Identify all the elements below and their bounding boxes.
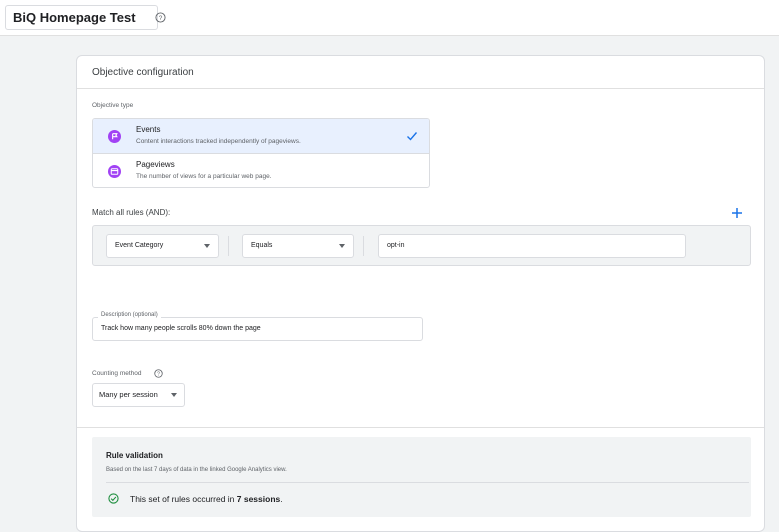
option-description: The number of views for a particular web…: [136, 173, 272, 180]
counting-method-value: Many per session: [99, 390, 158, 399]
option-description: Content interactions tracked independent…: [136, 138, 301, 145]
experiment-name-input[interactable]: BiQ Homepage Test: [5, 5, 158, 30]
chevron-down-icon: [204, 244, 210, 248]
rule-operator-value: Equals: [251, 242, 273, 249]
check-circle-icon: [108, 493, 119, 504]
option-label: Events: [136, 125, 161, 134]
events-flag-icon: [108, 130, 121, 143]
option-label: Pageviews: [136, 160, 175, 169]
svg-text:?: ?: [157, 371, 160, 377]
rules-label: Match all rules (AND):: [92, 208, 171, 217]
plus-icon[interactable]: [731, 207, 743, 219]
rule-field-select[interactable]: Event Category: [106, 234, 219, 258]
result-prefix: This set of rules occurred in: [130, 494, 237, 504]
divider: [77, 427, 764, 428]
pageview-window-icon: [108, 165, 121, 178]
objective-option-events[interactable]: Events Content interactions tracked inde…: [93, 119, 429, 154]
rule-value-input[interactable]: opt-in: [378, 234, 686, 258]
card-title: Objective configuration: [92, 67, 194, 78]
rule-validation-result: This set of rules occurred in 7 sessions…: [130, 494, 283, 504]
counting-method-select[interactable]: Many per session: [92, 383, 185, 407]
objective-type-list: Events Content interactions tracked inde…: [92, 118, 430, 188]
objective-type-label: Objective type: [92, 102, 134, 109]
rule-row: Event Category Equals opt-in: [92, 225, 751, 266]
chevron-down-icon: [339, 244, 345, 248]
divider: [77, 88, 764, 89]
rule-validation-title: Rule validation: [106, 451, 163, 460]
top-bar: BiQ Homepage Test ?: [0, 0, 779, 36]
svg-text:?: ?: [159, 15, 163, 22]
rule-validation-subtitle: Based on the last 7 days of data in the …: [106, 467, 287, 473]
description-input[interactable]: Track how many people scrolls 80% down t…: [92, 317, 423, 341]
rule-field-value: Event Category: [115, 242, 164, 249]
divider: [363, 236, 364, 256]
divider: [228, 236, 229, 256]
rule-validation-panel: Rule validation Based on the last 7 days…: [92, 437, 751, 517]
help-circle-icon[interactable]: ?: [155, 12, 166, 23]
objective-configuration-card: Objective configuration Objective type E…: [76, 55, 765, 532]
description-label: Description (optional): [98, 312, 161, 318]
divider: [106, 482, 749, 483]
help-circle-icon[interactable]: ?: [154, 369, 163, 378]
chevron-down-icon: [171, 393, 177, 397]
result-suffix: .: [280, 494, 283, 504]
result-count: 7 sessions: [236, 494, 281, 504]
objective-option-pageviews[interactable]: Pageviews The number of views for a part…: [93, 154, 429, 187]
check-icon: [407, 132, 418, 141]
rule-operator-select[interactable]: Equals: [242, 234, 354, 258]
counting-method-label: Counting method: [92, 370, 142, 377]
